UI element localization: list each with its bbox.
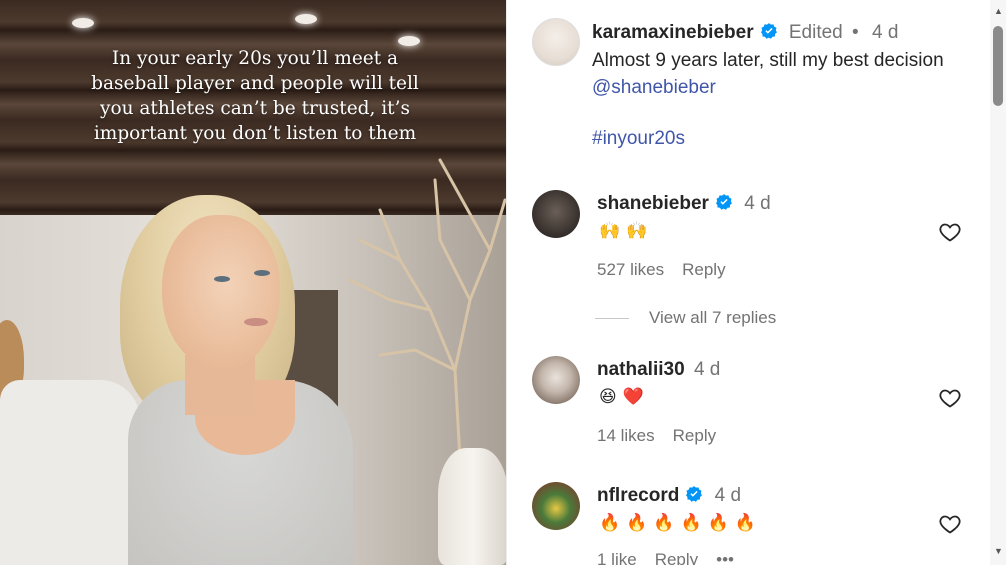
avatar[interactable]: [532, 190, 580, 238]
scroll-up-icon[interactable]: ▲: [994, 6, 1003, 16]
heart-icon[interactable]: [937, 512, 963, 536]
separator-dot: •: [852, 22, 859, 43]
comment-header: nathalii30 4 d: [597, 359, 720, 381]
comment-time[interactable]: 4 d: [715, 485, 741, 506]
heart-icon[interactable]: [937, 386, 963, 410]
comment-username[interactable]: nflrecord: [597, 485, 679, 506]
verified-icon: [760, 23, 777, 39]
likes-count[interactable]: 527 likes: [597, 260, 664, 279]
ceiling-light: [398, 36, 420, 46]
verified-icon: [715, 194, 732, 210]
branches-decor: [348, 158, 506, 460]
comment-username[interactable]: shanebieber: [597, 193, 709, 214]
person-face: [162, 215, 280, 370]
comment-actions: 527 likes Reply: [597, 260, 744, 280]
comment-actions: 14 likes Reply: [597, 426, 734, 446]
view-replies-button[interactable]: View all 7 replies: [595, 308, 776, 328]
scrollbar[interactable]: ▲ ▼: [990, 0, 1006, 565]
reply-button[interactable]: Reply: [655, 550, 698, 565]
ceiling-light: [295, 14, 317, 24]
comment-username[interactable]: nathalii30: [597, 359, 685, 380]
caption-username[interactable]: karamaxinebieber: [592, 22, 754, 43]
replies-divider: [595, 318, 629, 320]
comments-panel: karamaxinebieber Edited • 4 d Almost 9 y…: [506, 0, 1006, 565]
hashtag-link[interactable]: #inyour20s: [592, 128, 685, 150]
likes-count[interactable]: 1 like: [597, 550, 637, 565]
comment-time[interactable]: 4 d: [694, 359, 720, 380]
avatar[interactable]: [532, 18, 580, 66]
ceiling-light: [72, 18, 94, 28]
more-options-icon[interactable]: •••: [716, 550, 734, 565]
post-overlay-text: In your early 20s you’ll meet a baseball…: [91, 48, 419, 144]
avatar[interactable]: [532, 482, 580, 530]
vase: [438, 448, 506, 565]
comment-actions: 1 like Reply •••: [597, 550, 752, 565]
comment-header: nflrecord 4 d: [597, 485, 741, 507]
comment-text: 🔥🔥🔥🔥🔥🔥: [599, 513, 763, 532]
heart-icon[interactable]: [937, 220, 963, 244]
person-eye: [254, 270, 270, 276]
comment-time[interactable]: 4 d: [744, 193, 770, 214]
comment-text: 🙌🙌: [599, 221, 654, 240]
comment-header: shanebieber 4 d: [597, 193, 771, 215]
edited-label: Edited: [788, 22, 843, 43]
likes-count[interactable]: 14 likes: [597, 426, 655, 445]
avatar[interactable]: [532, 356, 580, 404]
scroll-thumb[interactable]: [993, 26, 1003, 106]
person-lips: [244, 318, 268, 326]
view-replies-label: View all 7 replies: [649, 308, 777, 327]
caption-text: Almost 9 years later, still my best deci…: [592, 47, 972, 101]
mention-link[interactable]: @shanebieber: [592, 77, 716, 98]
caption-header: karamaxinebieber Edited • 4 d: [592, 22, 898, 44]
person-eye: [214, 276, 230, 282]
caption-time[interactable]: 4 d: [872, 22, 898, 43]
scroll-down-icon[interactable]: ▼: [994, 546, 1003, 556]
reply-button[interactable]: Reply: [682, 260, 725, 279]
caption-body: Almost 9 years later, still my best deci…: [592, 50, 944, 71]
post-media[interactable]: In your early 20s you’ll meet a baseball…: [0, 0, 506, 565]
reply-button[interactable]: Reply: [673, 426, 716, 445]
comment-text: 😆❤️: [599, 387, 650, 406]
verified-icon: [686, 486, 703, 502]
sofa: [0, 380, 140, 565]
